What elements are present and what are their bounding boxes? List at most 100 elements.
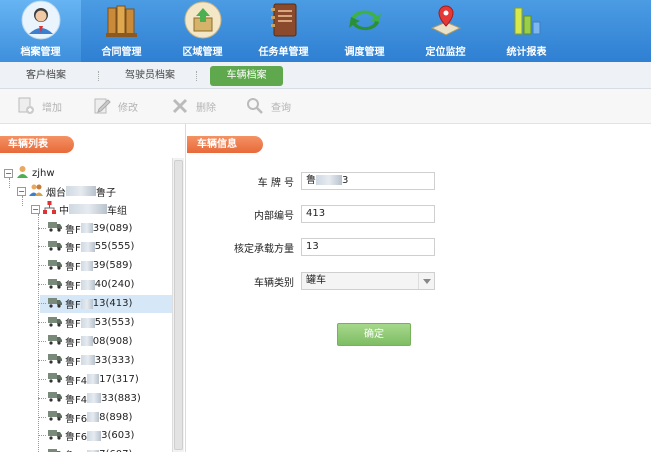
tree-fleet-prefix: 中 [59,205,69,217]
query-label: 查询 [271,102,291,114]
tree-line [38,340,46,342]
tree-line [38,227,46,229]
tree-scrollbar[interactable] [172,158,184,452]
nav-item-dispatch[interactable]: 调度管理 [324,0,405,62]
add-button[interactable]: 增加 [16,95,62,117]
tab-vehicle-archive[interactable]: 车辆档案 [210,66,283,86]
tree-line [38,416,46,418]
chevron-down-icon[interactable] [418,273,434,289]
edit-icon [92,96,112,116]
query-button[interactable]: 查询 [245,95,291,117]
plate-suffix: 3 [342,175,349,186]
tree-fleet-suffix: 车组 [107,205,127,217]
redacted-text [87,374,100,385]
delete-button[interactable]: 删除 [170,95,216,117]
nav-label: 调度管理 [344,47,385,58]
tree-company-suffix: 鲁子 [96,187,116,199]
user-icon [21,0,61,40]
confirm-button[interactable]: 确定 [337,323,411,346]
vehicle-info-title: 车辆信息 [187,136,263,153]
vehicle-type-row: 车辆类别 罐车 [187,272,447,290]
truck-icon [48,316,63,330]
vehicle-plate-prefix: 鲁F [65,356,81,368]
group-icon [29,183,43,199]
vehicle-list-item[interactable]: 鲁F4 33(883) [38,389,172,407]
vehicle-list-item[interactable]: 鲁F 39(589) [38,257,172,275]
collapse-icon[interactable]: − [17,186,26,196]
notebook-icon [264,0,304,40]
tree-fleet[interactable]: − 中 车组 [31,200,127,218]
vehicle-plate-suffix: 3(603) [101,430,135,442]
collapse-icon[interactable]: − [31,204,40,214]
vehicle-plate-suffix: 39(089) [92,222,133,234]
tree-line [38,378,46,380]
vehicle-type-select[interactable]: 罐车 [301,272,435,290]
vehicle-list-item[interactable]: 鲁F 53(553) [38,314,172,332]
vehicle-plate-prefix: 鲁F6 [65,447,87,452]
tree-root[interactable]: − zjhw [4,164,55,182]
redacted-text [87,412,100,422]
redacted-text [66,186,96,196]
plate-input[interactable]: 鲁3 [301,172,435,190]
vehicle-list-item[interactable]: 鲁F 55(555) [38,238,172,256]
vehicle-plate-prefix: 鲁F [65,243,81,255]
internal-number-input[interactable]: 413 [301,205,435,223]
vehicle-plate-suffix: 33(333) [94,354,135,366]
vehicle-list-item[interactable]: 鲁F 33(333) [38,351,172,369]
nav-item-regions[interactable]: 区域管理 [162,0,243,62]
plate-label: 车 牌 号 [257,177,294,189]
vehicle-plate-suffix: 08(908) [92,335,133,347]
nav-item-reports[interactable]: 统计报表 [486,0,567,62]
vehicle-list-item[interactable]: 鲁F67(607) [40,446,172,452]
capacity-label: 核定承载方量 [234,243,294,255]
truck-icon [48,297,63,311]
user-icon [16,165,29,181]
vehicle-list-item[interactable]: 鲁F 08(908) [38,332,172,350]
vehicle-plate-suffix: 40(240) [94,279,135,291]
vehicle-plate-prefix: 鲁F4 [65,394,88,406]
nav-item-archives[interactable]: 档案管理 [0,0,81,62]
tab-customer-archive[interactable]: 客户档案 [14,66,78,86]
truck-icon [48,410,63,424]
vehicle-plate-prefix: 鲁F6 [65,413,88,425]
vehicle-list-item[interactable]: 鲁F 39(089) [38,219,172,237]
capacity-row: 核定承载方量 13 [187,238,447,256]
redacted-text [80,336,93,347]
nav-item-location[interactable]: 定位监控 [405,0,486,62]
close-icon [170,96,190,116]
vehicle-list-item[interactable]: 鲁F6 3(603) [38,427,172,445]
nav-item-tasks[interactable]: 任务单管理 [243,0,324,62]
tree-company[interactable]: − 烟台 鲁子 [17,182,116,200]
scrollbar-thumb[interactable] [174,160,183,450]
nav-label: 统计报表 [506,47,547,58]
vehicle-type-label: 车辆类别 [254,277,294,289]
nav-label: 合同管理 [101,47,142,58]
vehicle-list-item[interactable]: 鲁F 13(413) [38,294,172,313]
collapse-icon[interactable]: − [4,168,13,178]
truck-icon [48,334,63,348]
nav-item-contracts[interactable]: 合同管理 [81,0,162,62]
nav-label: 档案管理 [20,47,61,58]
truck-icon [48,240,63,254]
vehicle-plate-suffix: 17(317) [99,373,139,385]
tree-line [38,265,46,267]
tab-divider [196,71,197,81]
vehicle-plate-prefix: 鲁F [65,337,81,349]
tree-line [38,397,46,399]
vehicle-list-item[interactable]: 鲁F6 8(898) [38,408,172,426]
tab-divider [98,71,99,81]
redacted-text [80,223,93,233]
add-label: 增加 [42,102,62,114]
capacity-input[interactable]: 13 [301,238,435,256]
truck-icon [48,353,63,367]
truck-icon [48,221,63,235]
add-document-icon [16,96,36,116]
vehicle-plate-suffix: 33(883) [101,392,141,404]
nav-label: 区域管理 [182,47,223,58]
vehicle-list-item[interactable]: 鲁F 40(240) [38,276,172,294]
vehicle-plate-suffix: 8(898) [99,411,133,423]
redacted-text [80,241,95,252]
tab-driver-archive[interactable]: 驾驶员档案 [112,66,188,86]
vehicle-list-item[interactable]: 鲁F4 17(317) [38,370,172,388]
edit-button[interactable]: 修改 [92,95,138,117]
